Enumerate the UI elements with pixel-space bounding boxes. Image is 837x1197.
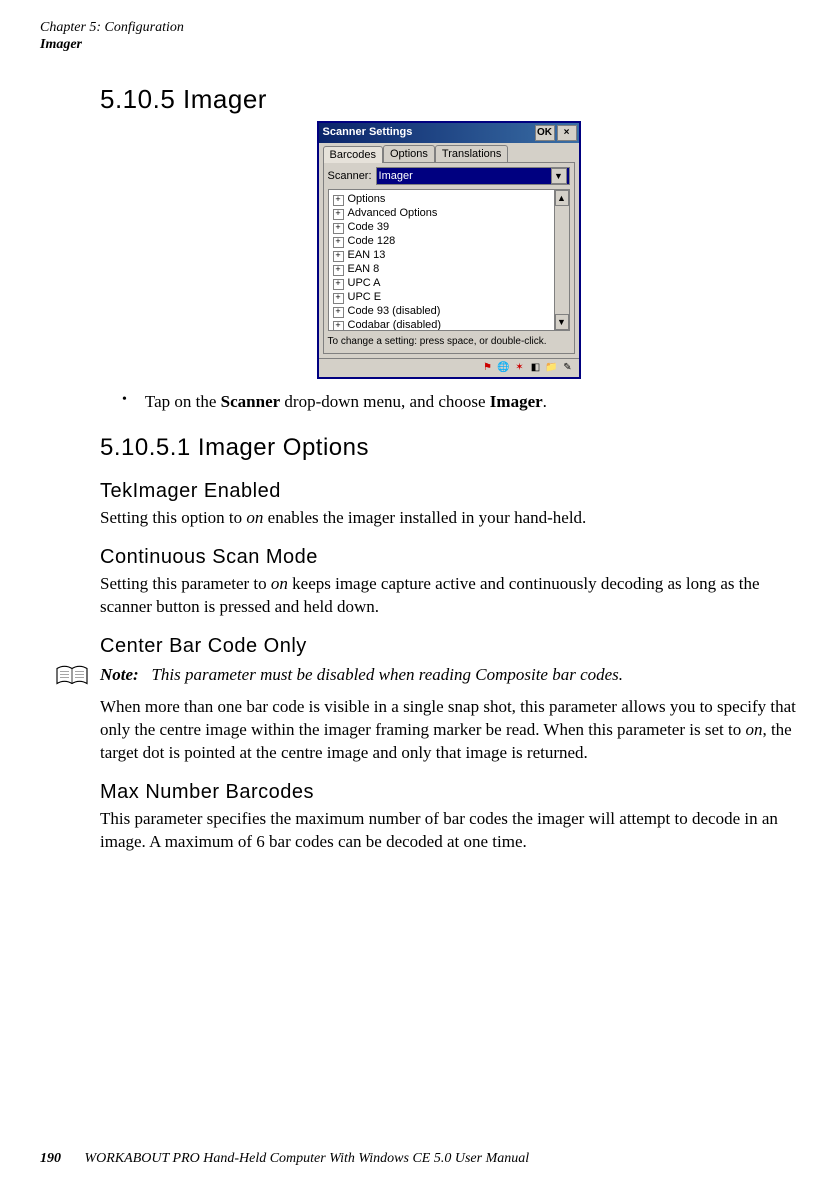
- section-line: Imager: [40, 37, 797, 54]
- page-number: 190: [40, 1151, 61, 1166]
- scanner-label: Scanner:: [328, 169, 372, 184]
- tree-node: +Code 93 (disabled): [333, 304, 565, 318]
- bullet-dot: •: [122, 391, 127, 414]
- tab-barcodes[interactable]: Barcodes: [323, 146, 383, 164]
- option-heading: TekImager Enabled: [100, 478, 797, 505]
- option-heading: Center Bar Code Only: [100, 633, 797, 660]
- paragraph: When more than one bar code is visible i…: [100, 696, 797, 765]
- expand-icon[interactable]: +: [333, 265, 344, 276]
- tab-options[interactable]: Options: [383, 145, 435, 163]
- close-button[interactable]: ×: [557, 125, 577, 141]
- scanner-value: Imager: [379, 169, 413, 184]
- tray-icon[interactable]: 📁: [545, 361, 559, 375]
- tray-icon[interactable]: ✎: [561, 361, 575, 375]
- tree-node: +EAN 8: [333, 262, 565, 276]
- ok-button[interactable]: OK: [535, 125, 555, 141]
- option-heading: Continuous Scan Mode: [100, 544, 797, 571]
- scrollbar[interactable]: ▲ ▼: [554, 190, 569, 330]
- book-icon: [54, 664, 90, 688]
- subsection-heading: 5.10.5.1 Imager Options: [100, 432, 797, 464]
- expand-icon[interactable]: +: [333, 237, 344, 248]
- tree-node: +Code 128: [333, 234, 565, 248]
- window-title: Scanner Settings: [323, 125, 413, 140]
- scanner-dropdown[interactable]: Imager ▼: [376, 167, 570, 185]
- tree-node: +Options: [333, 192, 565, 206]
- tab-strip: Barcodes Options Translations: [319, 143, 579, 163]
- expand-icon[interactable]: +: [333, 223, 344, 234]
- barcode-tree[interactable]: +Options +Advanced Options +Code 39 +Cod…: [328, 189, 570, 331]
- tray-icon[interactable]: ✶: [513, 361, 527, 375]
- option-heading: Max Number Barcodes: [100, 779, 797, 806]
- tree-node: +Codabar (disabled): [333, 318, 565, 331]
- hint-text: To change a setting: press space, or dou…: [328, 335, 570, 349]
- running-header: Chapter 5: Configuration Imager: [40, 20, 797, 54]
- tray-icon[interactable]: 🌐: [497, 361, 511, 375]
- scroll-down-icon[interactable]: ▼: [555, 314, 569, 330]
- expand-icon[interactable]: +: [333, 251, 344, 262]
- scanner-settings-window: Scanner Settings OK × Barcodes Options T…: [317, 121, 581, 379]
- tab-translations[interactable]: Translations: [435, 145, 509, 163]
- titlebar: Scanner Settings OK ×: [319, 123, 579, 143]
- expand-icon[interactable]: +: [333, 321, 344, 331]
- tab-panel: Scanner: Imager ▼ +Options +Advanced Opt…: [323, 162, 575, 354]
- tree-node: +UPC E: [333, 290, 565, 304]
- page-footer: 190 WORKABOUT PRO Hand-Held Computer Wit…: [40, 1151, 529, 1167]
- paragraph: Setting this option to on enables the im…: [100, 507, 797, 530]
- expand-icon[interactable]: +: [333, 195, 344, 206]
- expand-icon[interactable]: +: [333, 293, 344, 304]
- expand-icon[interactable]: +: [333, 209, 344, 220]
- tray-icon[interactable]: ◧: [529, 361, 543, 375]
- tray-icon[interactable]: ⚑: [481, 361, 495, 375]
- chevron-down-icon: ▼: [551, 168, 567, 184]
- tree-node: +UPC A: [333, 276, 565, 290]
- bullet-text: Tap on the Scanner drop-down menu, and c…: [145, 391, 547, 414]
- bullet-item: • Tap on the Scanner drop-down menu, and…: [122, 391, 797, 414]
- section-heading: 5.10.5 Imager: [100, 84, 797, 115]
- footer-title: WORKABOUT PRO Hand-Held Computer With Wi…: [85, 1151, 530, 1166]
- scroll-up-icon[interactable]: ▲: [555, 190, 569, 206]
- tree-node: +Code 39: [333, 220, 565, 234]
- expand-icon[interactable]: +: [333, 307, 344, 318]
- chapter-line: Chapter 5: Configuration: [40, 20, 797, 37]
- paragraph: Setting this parameter to on keeps image…: [100, 573, 797, 619]
- tree-node: +EAN 13: [333, 248, 565, 262]
- expand-icon[interactable]: +: [333, 279, 344, 290]
- taskbar: ⚑ 🌐 ✶ ◧ 📁 ✎: [319, 358, 579, 377]
- note-block: Note: This parameter must be disabled wh…: [54, 664, 797, 688]
- tree-node: +Advanced Options: [333, 206, 565, 220]
- paragraph: This parameter specifies the maximum num…: [100, 808, 797, 854]
- note-text: Note: This parameter must be disabled wh…: [100, 664, 623, 687]
